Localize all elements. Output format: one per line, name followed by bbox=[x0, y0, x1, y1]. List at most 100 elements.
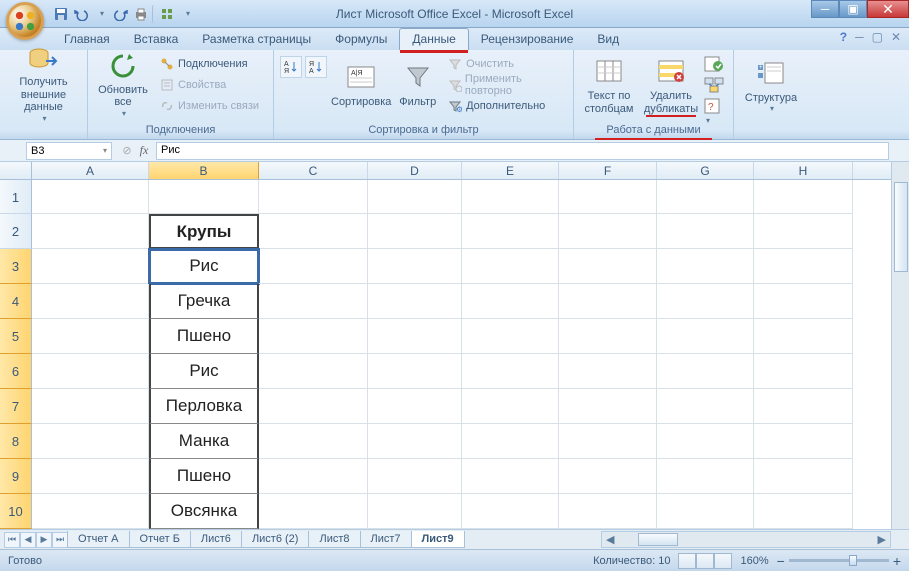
cell-B6[interactable]: Рис bbox=[149, 354, 259, 389]
cell[interactable] bbox=[559, 284, 657, 319]
cell-B3[interactable]: Рис bbox=[149, 249, 259, 284]
tab-formulas[interactable]: Формулы bbox=[323, 29, 399, 50]
row-header-8[interactable]: 8 bbox=[0, 424, 32, 459]
mdi-minimize[interactable]: ─ bbox=[855, 30, 864, 44]
row-header-10[interactable]: 10 bbox=[0, 494, 32, 529]
col-header-E[interactable]: E bbox=[462, 162, 559, 179]
tab-data[interactable]: Данные bbox=[399, 28, 468, 50]
cell[interactable] bbox=[259, 424, 368, 459]
tab-page-layout[interactable]: Разметка страницы bbox=[190, 29, 323, 50]
cell[interactable] bbox=[559, 214, 657, 249]
cell[interactable] bbox=[559, 389, 657, 424]
col-header-G[interactable]: G bbox=[657, 162, 754, 179]
cell[interactable] bbox=[259, 459, 368, 494]
col-header-F[interactable]: F bbox=[559, 162, 657, 179]
cell[interactable] bbox=[32, 319, 149, 354]
cell[interactable] bbox=[259, 214, 368, 249]
advanced-filter-button[interactable]: ⚙Дополнительно bbox=[444, 96, 567, 116]
help-icon[interactable]: ? bbox=[840, 30, 847, 44]
zoom-knob[interactable] bbox=[849, 555, 857, 566]
row-header-3[interactable]: 3 bbox=[0, 249, 32, 284]
sort-desc-button[interactable]: ЯА bbox=[305, 56, 327, 78]
hscroll-thumb[interactable] bbox=[638, 533, 678, 546]
cell[interactable] bbox=[657, 354, 754, 389]
cell[interactable] bbox=[259, 319, 368, 354]
cell[interactable] bbox=[462, 319, 559, 354]
cell[interactable] bbox=[754, 180, 853, 214]
tab-insert[interactable]: Вставка bbox=[122, 29, 191, 50]
cell[interactable] bbox=[657, 424, 754, 459]
formula-input[interactable]: Рис bbox=[156, 142, 889, 160]
undo-dropdown[interactable] bbox=[92, 5, 110, 23]
cell[interactable] bbox=[462, 214, 559, 249]
cell[interactable] bbox=[259, 284, 368, 319]
col-header-H[interactable]: H bbox=[754, 162, 853, 179]
refresh-all-button[interactable]: Обновить все bbox=[94, 52, 152, 118]
cell[interactable] bbox=[368, 249, 462, 284]
cell[interactable] bbox=[368, 180, 462, 214]
cell[interactable] bbox=[259, 494, 368, 529]
row-header-7[interactable]: 7 bbox=[0, 389, 32, 424]
cell[interactable] bbox=[368, 389, 462, 424]
cell[interactable] bbox=[657, 214, 754, 249]
cell[interactable] bbox=[32, 459, 149, 494]
zoom-level[interactable]: 160% bbox=[740, 555, 768, 567]
cell[interactable] bbox=[32, 389, 149, 424]
scroll-thumb[interactable] bbox=[894, 182, 908, 272]
sheet-tab[interactable]: Отчет А bbox=[67, 531, 130, 548]
cell[interactable] bbox=[462, 249, 559, 284]
what-if-button[interactable]: ? bbox=[704, 98, 726, 116]
row-header-1[interactable]: 1 bbox=[0, 180, 32, 214]
name-box[interactable]: B3 bbox=[26, 142, 112, 160]
cell[interactable] bbox=[462, 424, 559, 459]
cell[interactable] bbox=[657, 494, 754, 529]
tab-home[interactable]: Главная bbox=[52, 29, 122, 50]
cell[interactable] bbox=[754, 249, 853, 284]
col-header-D[interactable]: D bbox=[368, 162, 462, 179]
cell[interactable] bbox=[657, 459, 754, 494]
filter-button[interactable]: Фильтр bbox=[395, 52, 440, 118]
cell[interactable] bbox=[559, 494, 657, 529]
cell-B5[interactable]: Пшено bbox=[149, 319, 259, 354]
sheet-tab[interactable]: Лист7 bbox=[360, 531, 412, 548]
row-header-9[interactable]: 9 bbox=[0, 459, 32, 494]
minimize-button[interactable]: ─ bbox=[811, 0, 839, 18]
cell[interactable] bbox=[368, 459, 462, 494]
cell[interactable] bbox=[368, 424, 462, 459]
cell[interactable] bbox=[657, 319, 754, 354]
cell[interactable] bbox=[559, 424, 657, 459]
consolidate-button[interactable] bbox=[704, 77, 726, 95]
sheet-nav-prev[interactable]: ◀ bbox=[20, 532, 36, 548]
cell[interactable] bbox=[754, 424, 853, 459]
tab-review[interactable]: Рецензирование bbox=[469, 29, 586, 50]
mdi-restore[interactable]: ▢ bbox=[872, 30, 883, 44]
cell[interactable] bbox=[32, 354, 149, 389]
cell[interactable] bbox=[754, 354, 853, 389]
cell-B2[interactable]: Крупы bbox=[149, 214, 259, 249]
sheet-nav-first[interactable]: ⏮ bbox=[4, 532, 20, 548]
cell[interactable] bbox=[368, 319, 462, 354]
cell[interactable] bbox=[259, 389, 368, 424]
cell-B4[interactable]: Гречка bbox=[149, 284, 259, 319]
cell[interactable] bbox=[32, 494, 149, 529]
get-external-data-button[interactable]: Получить внешние данные bbox=[6, 52, 81, 118]
row-header-4[interactable]: 4 bbox=[0, 284, 32, 319]
view-page-break-button[interactable] bbox=[714, 553, 732, 569]
cell-B7[interactable]: Перловка bbox=[149, 389, 259, 424]
cell[interactable] bbox=[754, 214, 853, 249]
cell[interactable] bbox=[32, 180, 149, 214]
fx-icon[interactable]: fx bbox=[136, 143, 152, 159]
cell[interactable] bbox=[754, 389, 853, 424]
cell[interactable] bbox=[657, 389, 754, 424]
cell[interactable] bbox=[368, 214, 462, 249]
cell-B8[interactable]: Манка bbox=[149, 424, 259, 459]
sort-asc-button[interactable]: АЯ bbox=[280, 56, 302, 78]
cell[interactable] bbox=[462, 459, 559, 494]
cancel-icon[interactable]: ⊘ bbox=[118, 144, 136, 157]
cell-B10[interactable]: Овсянка bbox=[149, 494, 259, 529]
cell[interactable] bbox=[32, 214, 149, 249]
sheet-tab[interactable]: Отчет Б bbox=[129, 531, 191, 548]
redo-icon[interactable] bbox=[112, 5, 130, 23]
cell[interactable] bbox=[259, 180, 368, 214]
cell[interactable] bbox=[462, 284, 559, 319]
